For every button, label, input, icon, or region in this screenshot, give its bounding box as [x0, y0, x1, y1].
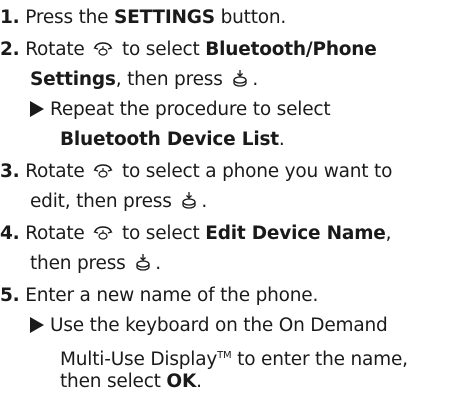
step-number: 5. [0, 285, 20, 306]
interface-dial-rotate-icon [92, 40, 114, 58]
step-bold-text: Settings [30, 69, 116, 90]
step-2: 2. Rotate to select Bluetooth/Phone [0, 35, 377, 65]
step-2-subnote: Repeat the procedure to select [30, 95, 331, 125]
interface-dial-press-icon [230, 68, 250, 88]
step-text: then press [30, 253, 126, 274]
step-4: 4. Rotate to select Edit Device Name, [0, 219, 392, 249]
step-bold-text: Bluetooth/Phone [205, 39, 377, 60]
step-text: Rotate [25, 39, 85, 60]
subnote-text: . [278, 129, 285, 150]
step-text: to select a phone you want to [121, 161, 393, 182]
subnote-bold-text: Bluetooth Device List [60, 129, 279, 150]
subnote-text: to enter the name, [231, 349, 408, 370]
interface-dial-press-icon [179, 190, 199, 210]
step-3: 3. Rotate to select a phone you want to [0, 157, 392, 187]
step-text: to select [121, 39, 206, 60]
step-1: 1. Press the SETTINGS button. [0, 3, 286, 33]
interface-dial-press-icon [133, 252, 153, 272]
step-bold-text: Edit Device Name [205, 223, 386, 244]
step-2-subnote-continued: Bluetooth Device List. [60, 125, 285, 155]
triangle-bullet-icon [30, 317, 44, 333]
step-bold-text: SETTINGS [114, 7, 215, 28]
interface-dial-rotate-icon [92, 224, 114, 242]
step-text: Press the [25, 7, 115, 28]
trademark-mark: TM [217, 350, 232, 361]
step-text: , then press [115, 69, 223, 90]
step-3-continued: edit, then press . [30, 187, 207, 217]
step-5-subnote-final: then select OK. [60, 367, 202, 397]
step-text: edit, then press [30, 191, 172, 212]
step-number: 1. [0, 7, 20, 28]
step-text: , [385, 223, 392, 244]
step-5: 5. Enter a new name of the phone. [0, 281, 318, 311]
triangle-bullet-icon [30, 101, 44, 117]
subnote-bold-text: OK [166, 371, 197, 392]
step-text: to select [121, 223, 206, 244]
step-text: . [155, 253, 161, 274]
step-number: 3. [0, 161, 20, 182]
step-text: Rotate [25, 223, 85, 244]
step-5-subnote: Use the keyboard on the On Demand [30, 311, 388, 341]
subnote-text: . [196, 371, 202, 392]
step-number: 2. [0, 39, 20, 60]
step-text: Rotate [25, 161, 85, 182]
step-text: . [201, 191, 208, 212]
step-text: . [252, 69, 259, 90]
interface-dial-rotate-icon [92, 162, 114, 180]
step-text: button. [214, 7, 287, 28]
step-2-continued: Settings, then press . [30, 65, 258, 95]
step-number: 4. [0, 223, 20, 244]
step-text: Enter a new name of the phone. [25, 285, 319, 306]
subnote-text: Use the keyboard on the On Demand [50, 315, 388, 336]
step-4-continued: then press . [30, 249, 161, 279]
subnote-text: Repeat the procedure to select [50, 99, 331, 120]
subnote-text: then select [60, 371, 167, 392]
